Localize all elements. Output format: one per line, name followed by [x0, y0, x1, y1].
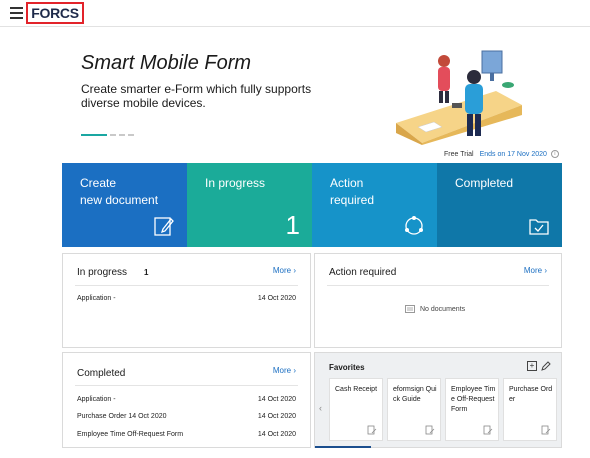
list-item[interactable]: Application - 14 Oct 2020: [77, 396, 296, 406]
item-name: Purchase Order 14 Oct 2020: [77, 413, 167, 420]
folder-check-icon: [529, 219, 549, 235]
more-link[interactable]: More ›: [273, 366, 296, 375]
favorite-card-label: eformsign Quick Guide: [393, 386, 437, 403]
slider-indicator[interactable]: [81, 134, 134, 136]
slider-dot[interactable]: [128, 134, 134, 136]
favorite-card-label: Employee Time Off-Request Form: [451, 386, 496, 413]
add-favorite-icon[interactable]: +: [527, 361, 537, 371]
item-date: 14 Oct 2020: [257, 295, 296, 302]
panel-count: 1: [144, 268, 149, 277]
favorites-underline: [315, 446, 371, 448]
hero-banner: Smart Mobile Form Create smarter e-Form …: [62, 27, 562, 145]
refresh-circle-icon: [405, 216, 423, 235]
list-item[interactable]: Purchase Order 14 Oct 2020 14 Oct 2020: [77, 413, 296, 423]
tile-completed[interactable]: Completed: [437, 163, 562, 247]
tile-action-required[interactable]: Action required: [312, 163, 437, 247]
document-edit-icon: [425, 425, 435, 435]
divider: [75, 385, 298, 386]
empty-state: No documents: [405, 305, 465, 313]
hero-title: Smart Mobile Form: [81, 52, 252, 74]
more-link[interactable]: More ›: [524, 266, 547, 275]
divider: [327, 285, 549, 286]
more-link[interactable]: More ›: [273, 266, 296, 275]
favorites-title: Favorites: [329, 363, 365, 372]
chevron-left-icon[interactable]: ‹: [319, 403, 322, 413]
slider-dot[interactable]: [110, 134, 116, 136]
item-date: 14 Oct 2020: [257, 396, 296, 403]
tile-in-progress[interactable]: In progress 1: [187, 163, 312, 247]
action-required-panel: Action required More › No documents: [314, 253, 562, 348]
trial-ends[interactable]: Ends on 17 Nov 2020: [480, 151, 547, 158]
item-date: 14 Oct 2020: [257, 413, 296, 420]
document-edit-icon: [541, 425, 551, 435]
item-name: Application -: [77, 295, 116, 302]
item-date: 14 Oct 2020: [257, 431, 296, 438]
slider-dot-active[interactable]: [81, 134, 107, 136]
status-tiles: Create new document In progress 1 Action r…: [62, 163, 562, 247]
item-name: Employee Time Off-Request Form: [77, 431, 184, 438]
document-edit-icon: [483, 425, 493, 435]
tile-label: Create new document: [80, 176, 159, 207]
favorites-toolbar: +: [527, 361, 551, 371]
free-trial-info: Free Trial Ends on 17 Nov 2020 i: [444, 150, 559, 158]
divider: [75, 285, 298, 286]
completed-panel: Completed More › Application - 14 Oct 20…: [62, 352, 311, 448]
hero-subtitle: Create smarter e-Form which fully suppor…: [81, 82, 312, 110]
empty-text: No documents: [420, 305, 466, 313]
panel-title: In progress: [77, 267, 128, 278]
tile-label: In progress: [205, 176, 266, 190]
edit-document-icon: [154, 217, 174, 236]
top-header: FORCS: [0, 0, 590, 27]
info-icon[interactable]: i: [550, 150, 559, 158]
panel-title: Completed: [77, 368, 126, 379]
panel-title: Action required: [329, 267, 397, 278]
list-item[interactable]: Employee Time Off-Request Form 14 Oct 20…: [77, 431, 296, 441]
list-item[interactable]: Application - 14 Oct 2020: [77, 295, 296, 305]
logo-text: FORCS: [31, 5, 79, 21]
item-name: Application -: [77, 396, 116, 403]
in-progress-panel: In progress 1 More › Application - 14 Oc…: [62, 253, 311, 348]
hamburger-menu-icon[interactable]: [10, 7, 23, 19]
favorite-card-label: Cash Receipt: [335, 386, 378, 393]
logo[interactable]: FORCS: [26, 2, 84, 24]
edit-favorites-icon[interactable]: [541, 361, 551, 371]
favorite-card[interactable]: Cash Receipt: [329, 378, 383, 441]
favorites-panel: Favorites + ‹ › Cash Receipt eformsign Q…: [314, 352, 562, 448]
favorite-card-label: Purchase Order: [509, 386, 553, 403]
trial-label: Free Trial: [444, 150, 474, 158]
favorite-card[interactable]: Employee Time Off-Request Form: [445, 378, 499, 441]
document-edit-icon: [367, 425, 377, 435]
favorites-cards: Cash Receipt eformsign Quick Guide Emplo…: [329, 378, 557, 441]
tile-create-new-document[interactable]: Create new document: [62, 163, 187, 247]
empty-document-icon: [405, 305, 415, 313]
tile-label: Action required: [330, 176, 375, 207]
slider-dot[interactable]: [119, 134, 125, 136]
tile-label: Completed: [455, 176, 514, 190]
in-progress-count: 1: [285, 210, 300, 240]
hero-illustration: [396, 50, 522, 145]
favorite-card[interactable]: eformsign Quick Guide: [387, 378, 441, 441]
favorite-card[interactable]: Purchase Order: [503, 378, 557, 441]
